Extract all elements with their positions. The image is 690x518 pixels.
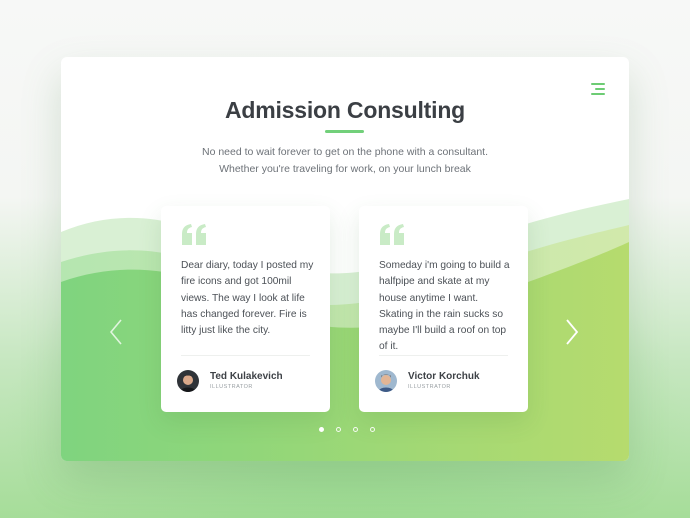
testimonial-card: Dear diary, today I posted my fire icons…: [161, 206, 330, 412]
testimonial-panel: Admission Consulting No need to wait for…: [61, 57, 629, 461]
quote-icon: [380, 224, 404, 245]
subtitle-line-2: Whether you're traveling for work, on yo…: [219, 163, 471, 175]
page-title: Admission Consulting: [224, 97, 466, 123]
divider: [181, 355, 310, 356]
testimonial-text: Someday i'm going to build a halfpipe an…: [379, 260, 510, 353]
divider: [379, 355, 508, 356]
testimonial-text: Dear diary, today I posted my fire icons…: [181, 260, 314, 337]
menu-icon[interactable]: [591, 83, 605, 95]
quote-icon: [182, 224, 206, 245]
author-role: ILLUSTRATOR: [408, 384, 451, 390]
testimonial-card: Someday i'm going to build a halfpipe an…: [359, 206, 528, 412]
avatar: [375, 370, 397, 392]
pagination-dot[interactable]: [353, 427, 358, 432]
author-role: ILLUSTRATOR: [210, 384, 253, 390]
title-underline: [325, 130, 364, 133]
author-name: Victor Korchuk: [408, 371, 480, 382]
author-name: Ted Kulakevich: [210, 371, 283, 382]
carousel-pagination: [316, 427, 376, 435]
subtitle-line-1: No need to wait forever to get on the ph…: [201, 146, 489, 158]
pagination-dot[interactable]: [319, 427, 324, 432]
chevron-right-icon[interactable]: [565, 319, 579, 345]
pagination-dot[interactable]: [370, 427, 375, 432]
chevron-left-icon[interactable]: [109, 319, 123, 345]
avatar: [177, 370, 199, 392]
pagination-dot[interactable]: [336, 427, 341, 432]
